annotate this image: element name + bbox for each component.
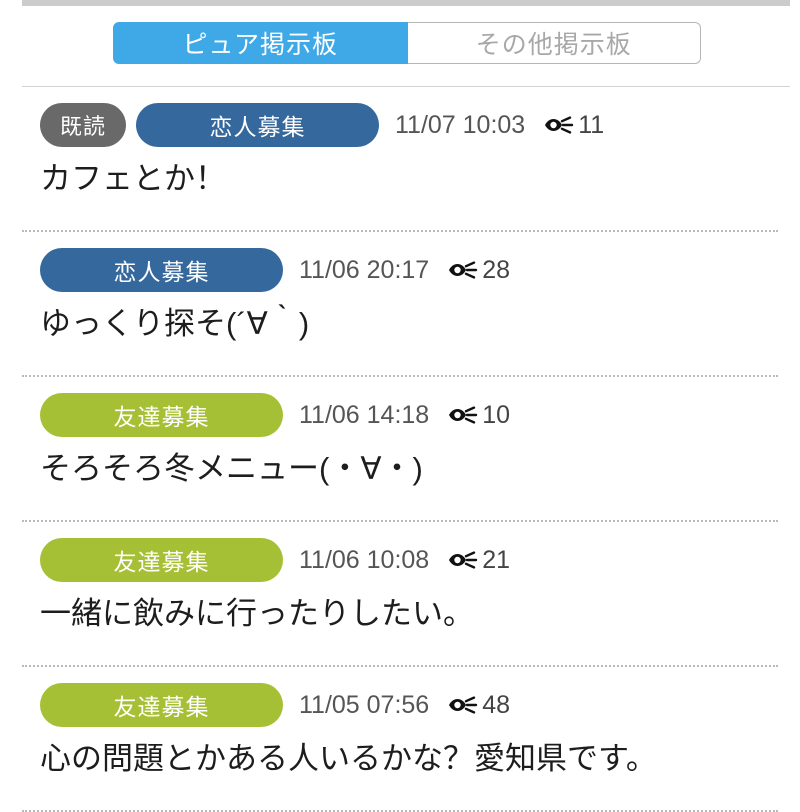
post-body-text: 心の問題とかある人いるかな？愛知県です。 [40,741,657,776]
post-row[interactable]: 友達募集 11/06 10:08 21 一緒に飲みに行ったりしたい。 [0,522,800,667]
post-timestamp: 11/07 10:03 [395,110,526,139]
tab-other-board-label: その他掲示板 [475,31,632,59]
post-row[interactable]: 既読 恋人募集 11/07 10:03 11 カフェとか！ [0,87,800,232]
view-count: 28 [482,255,511,284]
post-row[interactable]: 友達募集 11/05 07:56 48 心の問題とかある人いるかな？愛知県です。 [0,667,800,812]
eye-icon [447,258,481,282]
post-row[interactable]: 友達募集 11/06 14:18 10 そろそろ冬メニュー(・∀・) [0,377,800,522]
tab-other-board[interactable]: その他掲示板 [407,22,701,64]
view-count-group: 21 [447,546,510,575]
post-meta: 恋人募集 11/06 20:17 28 [40,248,800,292]
eye-icon [447,403,481,427]
post-row[interactable]: 恋人募集 11/06 20:17 28 ゆっくり探そ(´∀｀) [0,232,800,377]
view-count-group: 11 [543,111,604,140]
category-badge[interactable]: 友達募集 [40,538,283,582]
view-count-group: 28 [447,256,510,285]
post-meta: 友達募集 11/05 07:56 48 [40,683,800,727]
post-meta: 友達募集 11/06 10:08 21 [40,538,800,582]
post-body-text: 一緒に飲みに行ったりしたい。 [40,596,474,631]
eye-icon [543,113,577,137]
tab-pure-board-label: ピュア掲示板 [182,31,338,59]
category-badge[interactable]: 恋人募集 [136,103,379,147]
view-count: 48 [482,690,511,719]
tab-pure-board[interactable]: ピュア掲示板 [113,22,408,64]
category-badge[interactable]: 友達募集 [40,683,283,727]
view-count: 11 [578,110,605,139]
post-timestamp: 11/06 14:18 [299,400,430,429]
post-body-text: ゆっくり探そ(´∀｀) [40,306,310,341]
post-list: 既読 恋人募集 11/07 10:03 11 カフェとか！ 恋人募集 11/06 20:17… [0,87,800,812]
post-meta: 既読 恋人募集 11/07 10:03 11 [40,103,800,147]
post-meta: 友達募集 11/06 14:18 10 [40,393,800,437]
eye-icon [447,693,481,717]
post-timestamp: 11/05 07:56 [299,690,430,719]
view-count-group: 48 [447,691,510,720]
view-count: 21 [482,545,511,574]
post-body-text: そろそろ冬メニュー(・∀・) [40,451,423,486]
post-timestamp: 11/06 10:08 [299,545,430,574]
category-badge[interactable]: 恋人募集 [40,248,283,292]
view-count-group: 10 [447,401,510,430]
eye-icon [447,548,481,572]
read-badge: 既読 [40,103,126,147]
view-count: 10 [482,400,511,429]
post-timestamp: 11/06 20:17 [299,255,430,284]
category-badge[interactable]: 友達募集 [40,393,283,437]
status-bar-strip [22,0,790,6]
post-body-text: カフェとか！ [40,161,226,196]
board-tab-bar: ピュア掲示板 その他掲示板 [113,22,701,64]
